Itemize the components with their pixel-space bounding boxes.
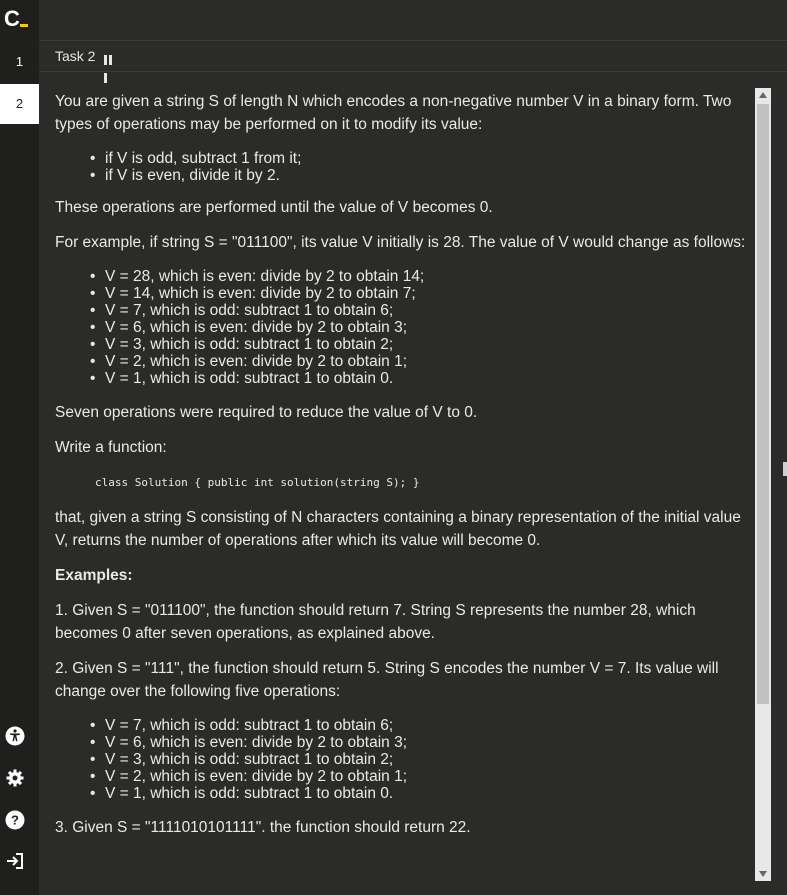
list-item: V = 2, which is even: divide by 2 to obt… bbox=[90, 353, 753, 370]
example-2-steps-list: V = 7, which is odd: subtract 1 to obtai… bbox=[55, 717, 753, 802]
list-item: V = 3, which is odd: subtract 1 to obtai… bbox=[90, 751, 753, 768]
code-signature: class Solution { public int solution(str… bbox=[95, 476, 420, 489]
top-bar bbox=[39, 0, 787, 41]
list-item: V = 3, which is odd: subtract 1 to obtai… bbox=[90, 336, 753, 353]
example-1: 1. Given S = "011100", the function shou… bbox=[55, 602, 696, 642]
seven-ops-text: Seven operations were required to reduce… bbox=[55, 404, 478, 421]
task-description: You are given a string S of length N whi… bbox=[55, 90, 753, 839]
gear-icon[interactable] bbox=[5, 768, 25, 788]
svg-text:?: ? bbox=[11, 813, 19, 828]
example-intro-text: For example, if string S = "011100", its… bbox=[55, 234, 746, 251]
app-logo[interactable]: C bbox=[4, 6, 20, 32]
write-fn-text: Write a function: bbox=[55, 439, 167, 456]
example-2: 2. Given S = "111", the function should … bbox=[55, 660, 719, 700]
list-item: if V is odd, subtract 1 from it; bbox=[90, 150, 753, 167]
operations-list: if V is odd, subtract 1 from it; if V is… bbox=[55, 150, 753, 184]
that-given-text: that, given a string S consisting of N c… bbox=[55, 509, 741, 549]
list-item: if V is even, divide it by 2. bbox=[90, 167, 753, 184]
accessibility-icon[interactable] bbox=[5, 726, 25, 746]
scroll-down-icon[interactable] bbox=[759, 871, 767, 877]
list-item: V = 28, which is even: divide by 2 to ob… bbox=[90, 268, 753, 285]
example-3: 3. Given S = "1111010101111". the functi… bbox=[55, 819, 471, 836]
example-steps-list: V = 28, which is even: divide by 2 to ob… bbox=[55, 268, 753, 387]
scrollbar-thumb[interactable] bbox=[757, 104, 769, 704]
list-item: V = 2, which is even: divide by 2 to obt… bbox=[90, 768, 753, 785]
task-header: Task 2 bbox=[39, 41, 787, 83]
task-tab-2[interactable]: 2 bbox=[0, 84, 39, 124]
vertical-scrollbar[interactable] bbox=[755, 88, 771, 881]
intro-text: You are given a string S of length N whi… bbox=[55, 93, 732, 133]
list-item: V = 1, which is odd: subtract 1 to obtai… bbox=[90, 785, 753, 802]
list-item: V = 6, which is even: divide by 2 to obt… bbox=[90, 319, 753, 336]
difficulty-bars-icon bbox=[104, 52, 118, 83]
list-item: V = 7, which is odd: subtract 1 to obtai… bbox=[90, 717, 753, 734]
help-icon[interactable]: ? bbox=[5, 810, 25, 830]
logo-accent bbox=[20, 24, 28, 27]
list-item: V = 6, which is even: divide by 2 to obt… bbox=[90, 734, 753, 751]
scroll-up-icon[interactable] bbox=[759, 92, 767, 98]
list-item: V = 1, which is odd: subtract 1 to obtai… bbox=[90, 370, 753, 387]
list-item: V = 7, which is odd: subtract 1 to obtai… bbox=[90, 302, 753, 319]
task-title: Task 2 bbox=[55, 48, 96, 64]
until-text: These operations are performed until the… bbox=[55, 199, 493, 216]
logout-icon[interactable] bbox=[5, 851, 25, 871]
left-sidebar: C 1 2 ? bbox=[0, 0, 39, 895]
list-item: V = 14, which is even: divide by 2 to ob… bbox=[90, 285, 753, 302]
examples-heading: Examples: bbox=[55, 567, 133, 584]
task-tab-1[interactable]: 1 bbox=[0, 42, 39, 82]
resize-handle[interactable] bbox=[783, 462, 787, 476]
